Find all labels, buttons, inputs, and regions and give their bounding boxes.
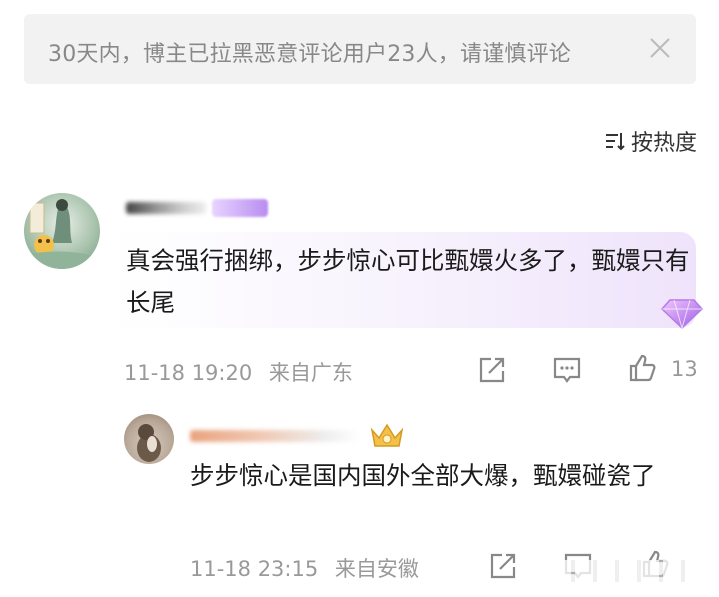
sort-toggle[interactable]: 按热度 xyxy=(603,125,697,157)
comment-time: 11-18 19:20 xyxy=(124,361,253,385)
reply-meta: 11-18 23:15 来自安徽 xyxy=(190,553,419,583)
notice-text: 30天内，博主已拉黑恶意评论用户23人，请谨慎评论 xyxy=(48,42,571,67)
username-1[interactable] xyxy=(126,197,268,219)
share-icon[interactable] xyxy=(477,355,507,385)
close-icon[interactable] xyxy=(648,36,672,60)
crown-icon xyxy=(370,423,404,447)
like-count: 13 xyxy=(671,357,698,381)
avatar-illustration xyxy=(24,199,100,269)
username-blurred xyxy=(126,202,206,214)
avatar[interactable] xyxy=(24,193,100,269)
username-blurred xyxy=(190,430,360,442)
member-badge xyxy=(212,199,268,217)
comment-icon[interactable] xyxy=(552,355,582,385)
notice-banner: 30天内，博主已拉黑恶意评论用户23人，请谨慎评论 xyxy=(24,14,696,84)
reply-username[interactable] xyxy=(190,420,406,452)
like-icon[interactable] xyxy=(627,353,657,383)
reply-text: 步步惊心是国内国外全部大爆，甄嬛碰瓷了 xyxy=(190,461,656,490)
share-icon[interactable] xyxy=(488,551,518,581)
reply-location: 来自安徽 xyxy=(334,557,419,581)
watermark-overlay xyxy=(553,560,698,582)
sort-label: 按热度 xyxy=(630,131,697,156)
reply-avatar[interactable] xyxy=(124,414,174,464)
sort-icon xyxy=(605,133,625,151)
avatar-illustration xyxy=(137,424,161,462)
comment-meta: 11-18 19:20 来自广东 xyxy=(124,357,353,387)
comment-text: 真会强行捆绑，步步惊心可比甄嬛火多了，甄嬛只有长尾 xyxy=(126,246,690,317)
reply-time: 11-18 23:15 xyxy=(190,557,319,581)
comment-location: 来自广东 xyxy=(268,361,353,385)
diamond-icon xyxy=(660,299,704,330)
